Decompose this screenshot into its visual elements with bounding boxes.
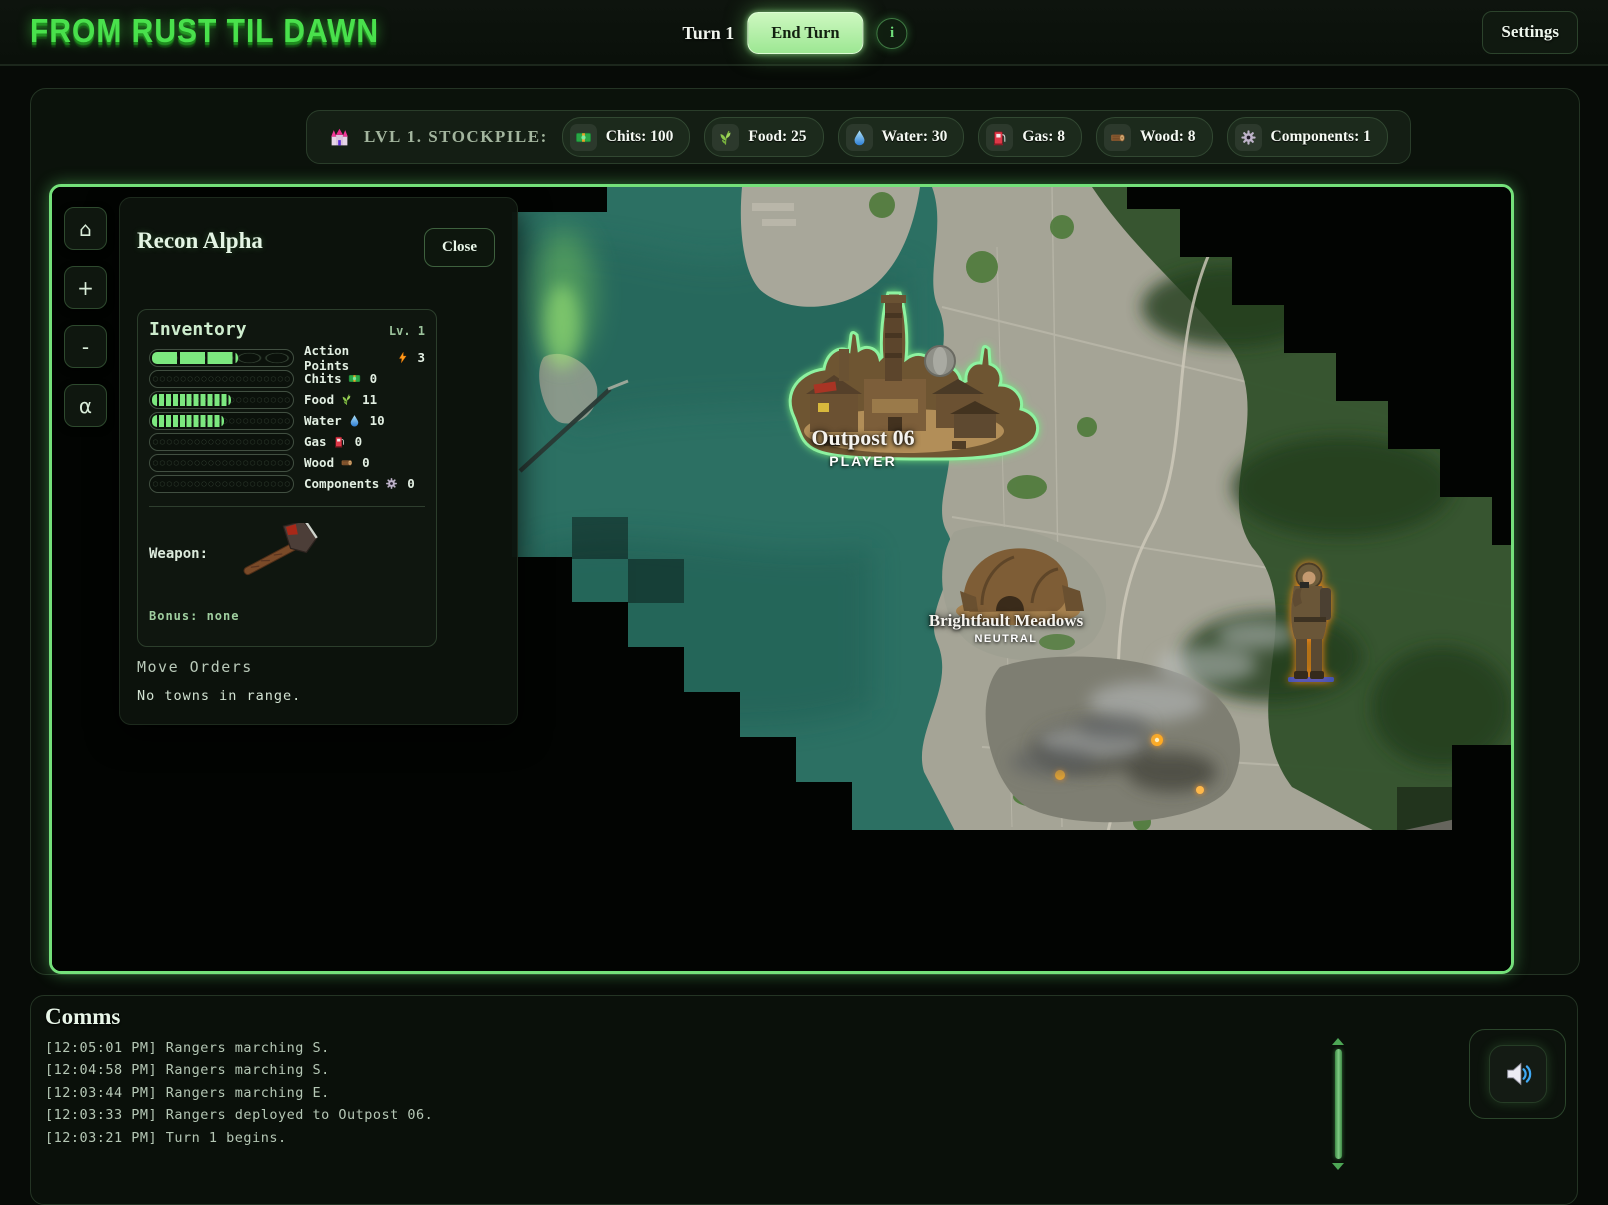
map-controls: ⌂ + - α (64, 207, 107, 427)
turn-counter: Turn 1 (682, 22, 735, 43)
scrollbar-thumb[interactable] (1334, 1049, 1342, 1159)
map-viewport[interactable]: Outpost 06 PLAYER Brightfault Meadows NE… (49, 184, 1514, 974)
lightning-icon (397, 351, 409, 364)
inventory-row-gas: Gas 0 (149, 431, 425, 452)
inventory-row-water: Water 10 (149, 410, 425, 431)
inventory-row-components: Components 0 (149, 473, 425, 494)
stockpile-food[interactable]: Food: 25 (704, 117, 824, 157)
close-button[interactable]: Close (424, 228, 495, 267)
weapon-label: Weapon: (149, 546, 209, 562)
info-icon[interactable]: i (876, 17, 908, 49)
food-icon (712, 123, 740, 151)
speaker-icon (1503, 1059, 1533, 1089)
stockpile-bar: LVL 1. STOCKPILE: Chits: 100 Food: 25 Wa… (306, 110, 1411, 164)
home-icon[interactable]: ⌂ (64, 207, 107, 250)
top-bar: FROM RUST TIL DAWN Turn 1 End Turn i Set… (0, 0, 1608, 66)
chits-icon (569, 123, 597, 151)
scroll-down-icon[interactable] (1332, 1163, 1344, 1170)
world-card: LVL 1. STOCKPILE: Chits: 100 Food: 25 Wa… (30, 88, 1580, 975)
gas-icon (986, 123, 1014, 151)
components-icon (1234, 123, 1262, 151)
axe-icon[interactable] (232, 523, 328, 585)
inventory-level: Lv. 1 (388, 324, 425, 338)
castle-icon (329, 127, 350, 148)
stockpile-gas[interactable]: Gas: 8 (978, 117, 1082, 157)
end-turn-button[interactable]: End Turn (747, 12, 864, 54)
inventory-title: Inventory (149, 319, 247, 340)
game-logo: FROM RUST TIL DAWN (30, 13, 380, 50)
alpha-toggle-icon[interactable]: α (64, 384, 107, 427)
divider (149, 506, 425, 507)
wood-bar (149, 453, 294, 472)
water-icon (845, 123, 873, 151)
stockpile-wood[interactable]: Wood: 8 (1095, 117, 1213, 157)
zoom-out-icon[interactable]: - (64, 325, 107, 368)
wood-icon (1103, 123, 1131, 151)
inventory-card: Inventory Lv. 1 Action Points 3 Chits 0 … (137, 309, 437, 647)
stockpile-label: LVL 1. STOCKPILE: (364, 127, 548, 146)
food-icon (340, 393, 353, 406)
food-bar (149, 390, 294, 409)
unit-panel: Recon Alpha Close Inventory Lv. 1 Action… (119, 197, 518, 725)
weapon-bonus: Bonus: none (149, 609, 240, 623)
settings-button[interactable]: Settings (1482, 10, 1578, 54)
inventory-row-wood: Wood 0 (149, 452, 425, 473)
inventory-row-food: Food 11 (149, 389, 425, 410)
comms-title: Comms (45, 1004, 121, 1029)
stockpile-components[interactable]: Components: 1 (1226, 117, 1388, 157)
stockpile-water[interactable]: Water: 30 (837, 117, 965, 157)
wood-icon (340, 456, 353, 469)
water-bar (149, 411, 294, 430)
move-orders-title: Move Orders (137, 658, 253, 676)
comms-scrollbar[interactable] (1331, 1038, 1345, 1170)
inventory-row-action-points: Action Points 3 (149, 343, 425, 373)
move-orders-status: No towns in range. (137, 688, 302, 704)
gear-icon (385, 477, 398, 490)
zoom-in-icon[interactable]: + (64, 266, 107, 309)
turn-controls: Turn 1 End Turn i (682, 0, 908, 66)
gas-bar (149, 432, 294, 451)
action-points-bar (149, 348, 294, 367)
gas-icon (333, 435, 346, 448)
unit-panel-title: Recon Alpha (137, 228, 263, 253)
water-icon (348, 414, 361, 427)
game-root: { "app": { "title": "FROM RUST TIL DAWN"… (0, 0, 1608, 1205)
sound-control (1469, 1029, 1566, 1119)
components-bar (149, 474, 294, 493)
stockpile-chits[interactable]: Chits: 100 (561, 117, 691, 157)
chits-icon (348, 372, 361, 385)
mute-button[interactable] (1488, 1045, 1547, 1103)
scroll-up-icon[interactable] (1332, 1038, 1344, 1045)
comms-panel: Comms [12:05:01 PM] Rangers marching S. … (30, 995, 1578, 1205)
chits-bar (149, 369, 294, 388)
